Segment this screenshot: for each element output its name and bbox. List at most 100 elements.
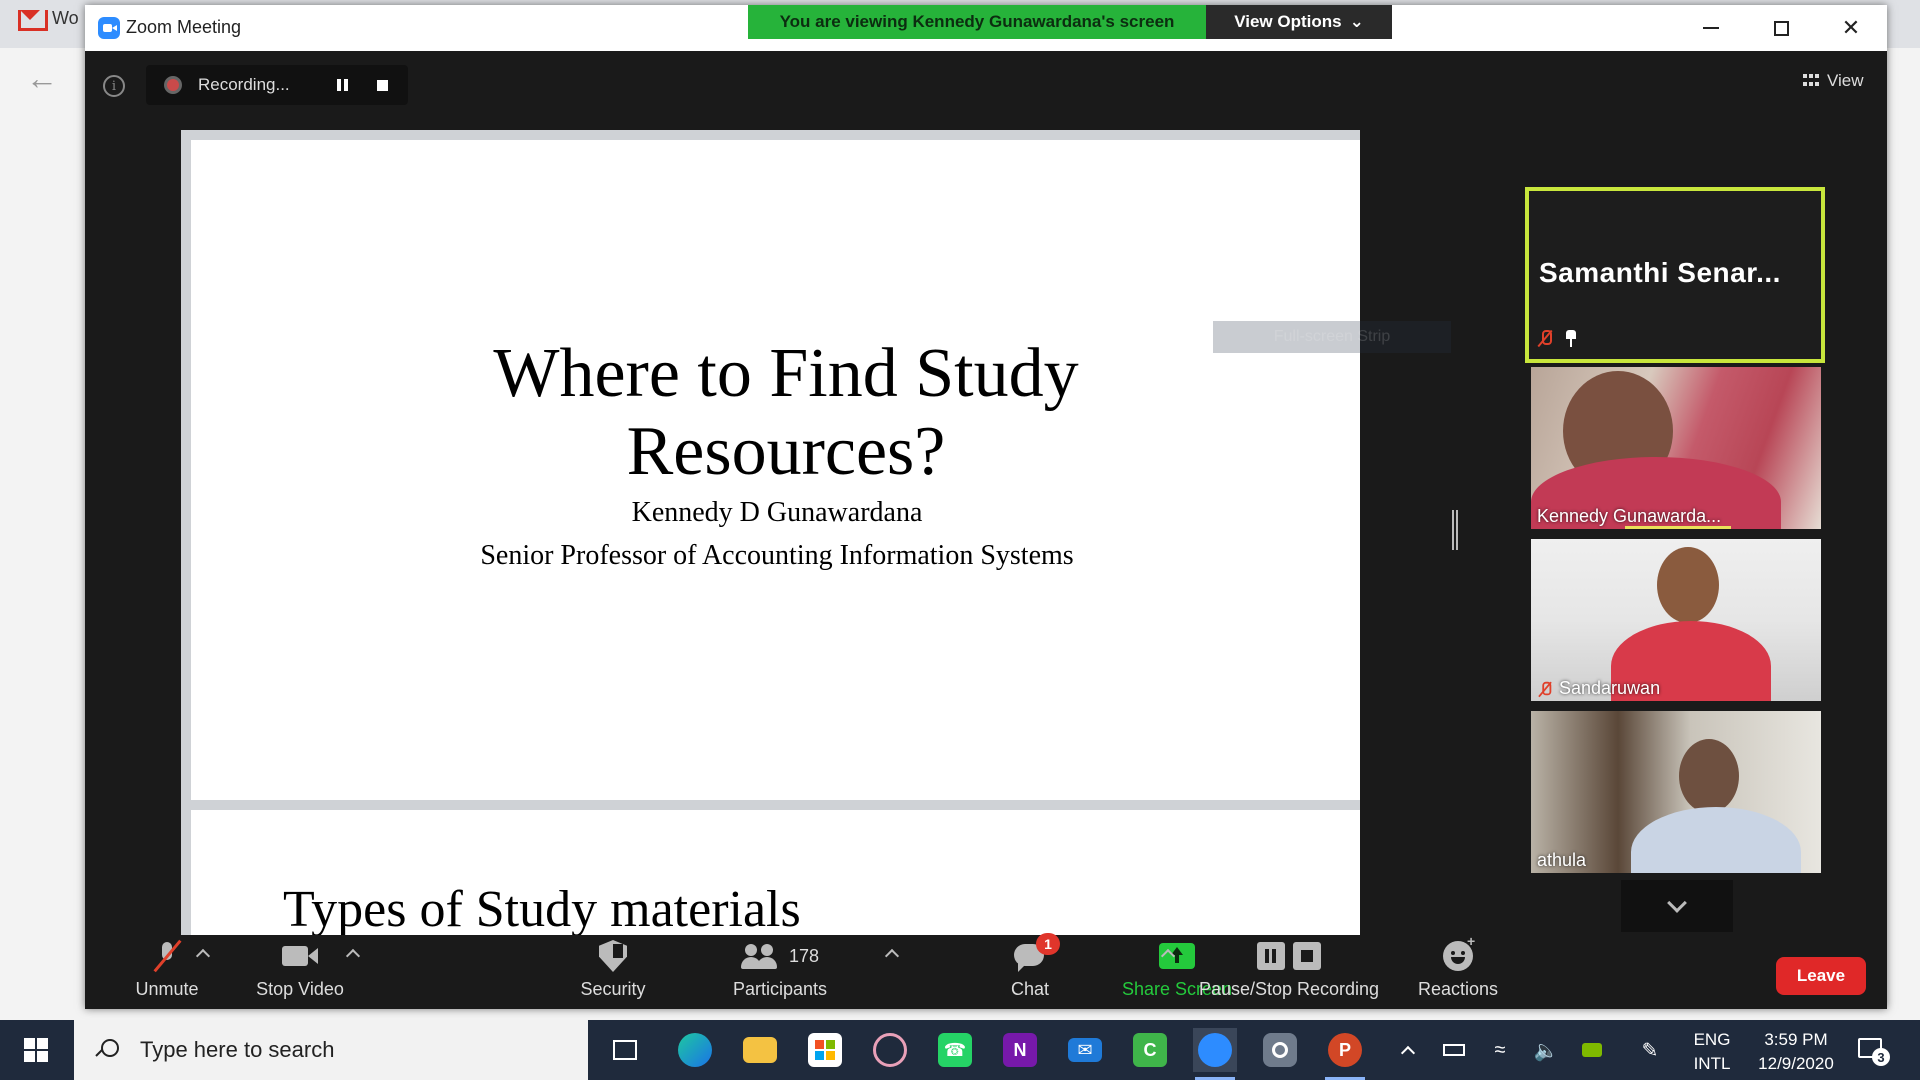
windows-logo-icon xyxy=(24,1038,48,1062)
grid-view-icon xyxy=(1803,74,1819,88)
slide-title: Where to Find Study Resources? xyxy=(191,335,1360,491)
muted-mic-icon xyxy=(158,942,176,970)
active-speaker-name: Samanthi Senar... xyxy=(1539,257,1781,288)
recording-status: Recording... xyxy=(198,75,290,94)
stop-video-button[interactable]: Stop Video xyxy=(245,935,355,1009)
participant-name: Sandaruwan xyxy=(1537,678,1660,699)
keyboard-layout: INTL xyxy=(1693,1054,1731,1073)
search-icon xyxy=(96,1039,119,1061)
participant-tile-sandaruwan[interactable]: Sandaruwan xyxy=(1531,539,1821,701)
taskbar-snip-sketch[interactable] xyxy=(868,1028,912,1072)
fullscreen-strip-tooltip: Full-screen Strip xyxy=(1213,321,1451,353)
taskbar-edge[interactable] xyxy=(673,1028,717,1072)
pause-stop-recording-button[interactable]: Pause/Stop Recording xyxy=(1189,935,1389,1009)
taskbar-camtasia[interactable]: C xyxy=(1128,1028,1172,1072)
edge-icon xyxy=(678,1033,712,1067)
taskbar-mail[interactable]: ✉ xyxy=(1063,1028,1107,1072)
minimize-button[interactable] xyxy=(1683,11,1739,45)
chat-label: Chat xyxy=(1010,979,1050,999)
taskbar-whatsapp[interactable]: ☎ xyxy=(933,1028,977,1072)
zoom-logo-icon xyxy=(98,17,120,39)
zoom-meeting-window: Zoom Meeting You are viewing Kennedy Gun… xyxy=(85,5,1887,1009)
minimize-icon xyxy=(1703,27,1719,29)
plus-icon: + xyxy=(1467,933,1476,949)
participants-options-caret-icon[interactable] xyxy=(884,948,900,964)
speaking-indicator xyxy=(1625,526,1731,529)
wifi-icon[interactable]: ≈ xyxy=(1482,1020,1518,1080)
slide-title-line1: Where to Find Study xyxy=(493,335,1079,412)
panel-resize-handle[interactable] xyxy=(1452,510,1458,550)
taskbar-search[interactable]: Type here to search xyxy=(74,1020,588,1080)
leave-button[interactable]: Leave xyxy=(1776,957,1866,995)
reactions-button[interactable]: + Reactions xyxy=(1403,933,1513,1009)
battery-tray-icon[interactable] xyxy=(1436,1020,1472,1080)
input-language-indicator[interactable]: ENG INTL xyxy=(1690,1028,1734,1076)
pin-icon xyxy=(1563,329,1579,347)
recording-indicator: Recording... xyxy=(146,65,408,105)
shield-icon xyxy=(599,940,627,972)
meeting-info-icon[interactable]: i xyxy=(103,75,125,97)
next-slide-title: Types of Study materials xyxy=(283,881,801,935)
pause-recording-button[interactable] xyxy=(326,69,358,101)
active-speaker-tile[interactable]: Samanthi Senar... xyxy=(1525,187,1825,363)
view-options-button[interactable]: View Options ⌄ xyxy=(1206,5,1392,39)
participant-tile-athula[interactable]: athula xyxy=(1531,711,1821,873)
start-button[interactable] xyxy=(0,1020,72,1080)
action-center-button[interactable]: 3 xyxy=(1854,1032,1890,1068)
slide-current: Where to Find Study Resources? Kennedy D… xyxy=(191,140,1360,800)
pen-workspace-icon[interactable]: ✎ xyxy=(1632,1020,1668,1080)
notification-count: 3 xyxy=(1872,1048,1890,1066)
taskbar-onenote[interactable]: N xyxy=(998,1028,1042,1072)
browser-tab-gmail[interactable]: Wo xyxy=(18,8,79,31)
mail-icon: ✉ xyxy=(1068,1038,1102,1062)
gallery-scroll-down-button[interactable] xyxy=(1621,880,1733,932)
security-label: Security xyxy=(580,979,646,999)
taskbar-camera[interactable] xyxy=(1258,1028,1302,1072)
browser-back-icon[interactable]: ← xyxy=(26,60,58,97)
participants-button[interactable]: 178 Participants xyxy=(705,935,855,1009)
participants-count: 178 xyxy=(788,945,820,966)
snip-sketch-icon xyxy=(873,1033,907,1067)
stop-recording-button[interactable] xyxy=(366,69,398,101)
taskbar-clock[interactable]: 3:59 PM 12/9/2020 xyxy=(1746,1028,1846,1076)
recording-controls-icon xyxy=(1257,942,1321,970)
close-button[interactable]: ✕ xyxy=(1823,11,1879,45)
show-hidden-icons-button[interactable] xyxy=(1390,1020,1426,1080)
taskbar-zoom[interactable] xyxy=(1193,1028,1237,1080)
folder-icon xyxy=(743,1037,777,1063)
taskbar-powerpoint[interactable]: P xyxy=(1323,1028,1367,1080)
shared-screen: Where to Find Study Resources? Kennedy D… xyxy=(181,130,1360,935)
security-button[interactable]: Security xyxy=(563,935,663,1009)
language-code: ENG xyxy=(1693,1030,1731,1049)
unmute-button[interactable]: Unmute xyxy=(117,935,217,1009)
slide-author: Kennedy D Gunawardana xyxy=(631,497,923,528)
pause-stop-recording-label: Pause/Stop Recording xyxy=(1198,979,1380,999)
chat-button[interactable]: 1 Chat xyxy=(990,933,1070,1009)
maximize-button[interactable] xyxy=(1753,11,1809,45)
volume-icon[interactable]: 🔈 xyxy=(1528,1020,1564,1080)
reactions-label: Reactions xyxy=(1417,979,1499,999)
participant-video-body xyxy=(1631,807,1801,873)
participant-tile-kennedy[interactable]: Kennedy Gunawarda... xyxy=(1531,367,1821,529)
chevron-down-icon: ⌄ xyxy=(1349,12,1364,31)
recording-dot-icon xyxy=(164,76,182,94)
unmute-label: Unmute xyxy=(135,979,199,999)
view-layout-button[interactable]: View xyxy=(1803,71,1864,91)
taskbar-file-explorer[interactable] xyxy=(738,1028,782,1072)
participants-label: Participants xyxy=(732,979,828,999)
slide-role: Senior Professor of Accounting Informati… xyxy=(480,540,1074,571)
active-speaker-status xyxy=(1537,329,1579,347)
participants-icon xyxy=(740,942,777,970)
taskbar-store[interactable] xyxy=(803,1028,847,1072)
chevron-down-icon xyxy=(1667,893,1687,913)
security-tray-icon[interactable] xyxy=(1574,1020,1610,1080)
maximize-icon xyxy=(1773,20,1789,36)
muted-mic-icon xyxy=(1537,329,1553,347)
window-title: Zoom Meeting xyxy=(126,17,242,37)
participant-video xyxy=(1679,739,1739,813)
window-titlebar: Zoom Meeting You are viewing Kennedy Gun… xyxy=(85,5,1887,51)
task-view-button[interactable] xyxy=(603,1028,647,1072)
meeting-top-controls: i Recording... View xyxy=(85,51,1887,111)
powerpoint-icon: P xyxy=(1328,1033,1362,1067)
camtasia-icon: C xyxy=(1133,1033,1167,1067)
